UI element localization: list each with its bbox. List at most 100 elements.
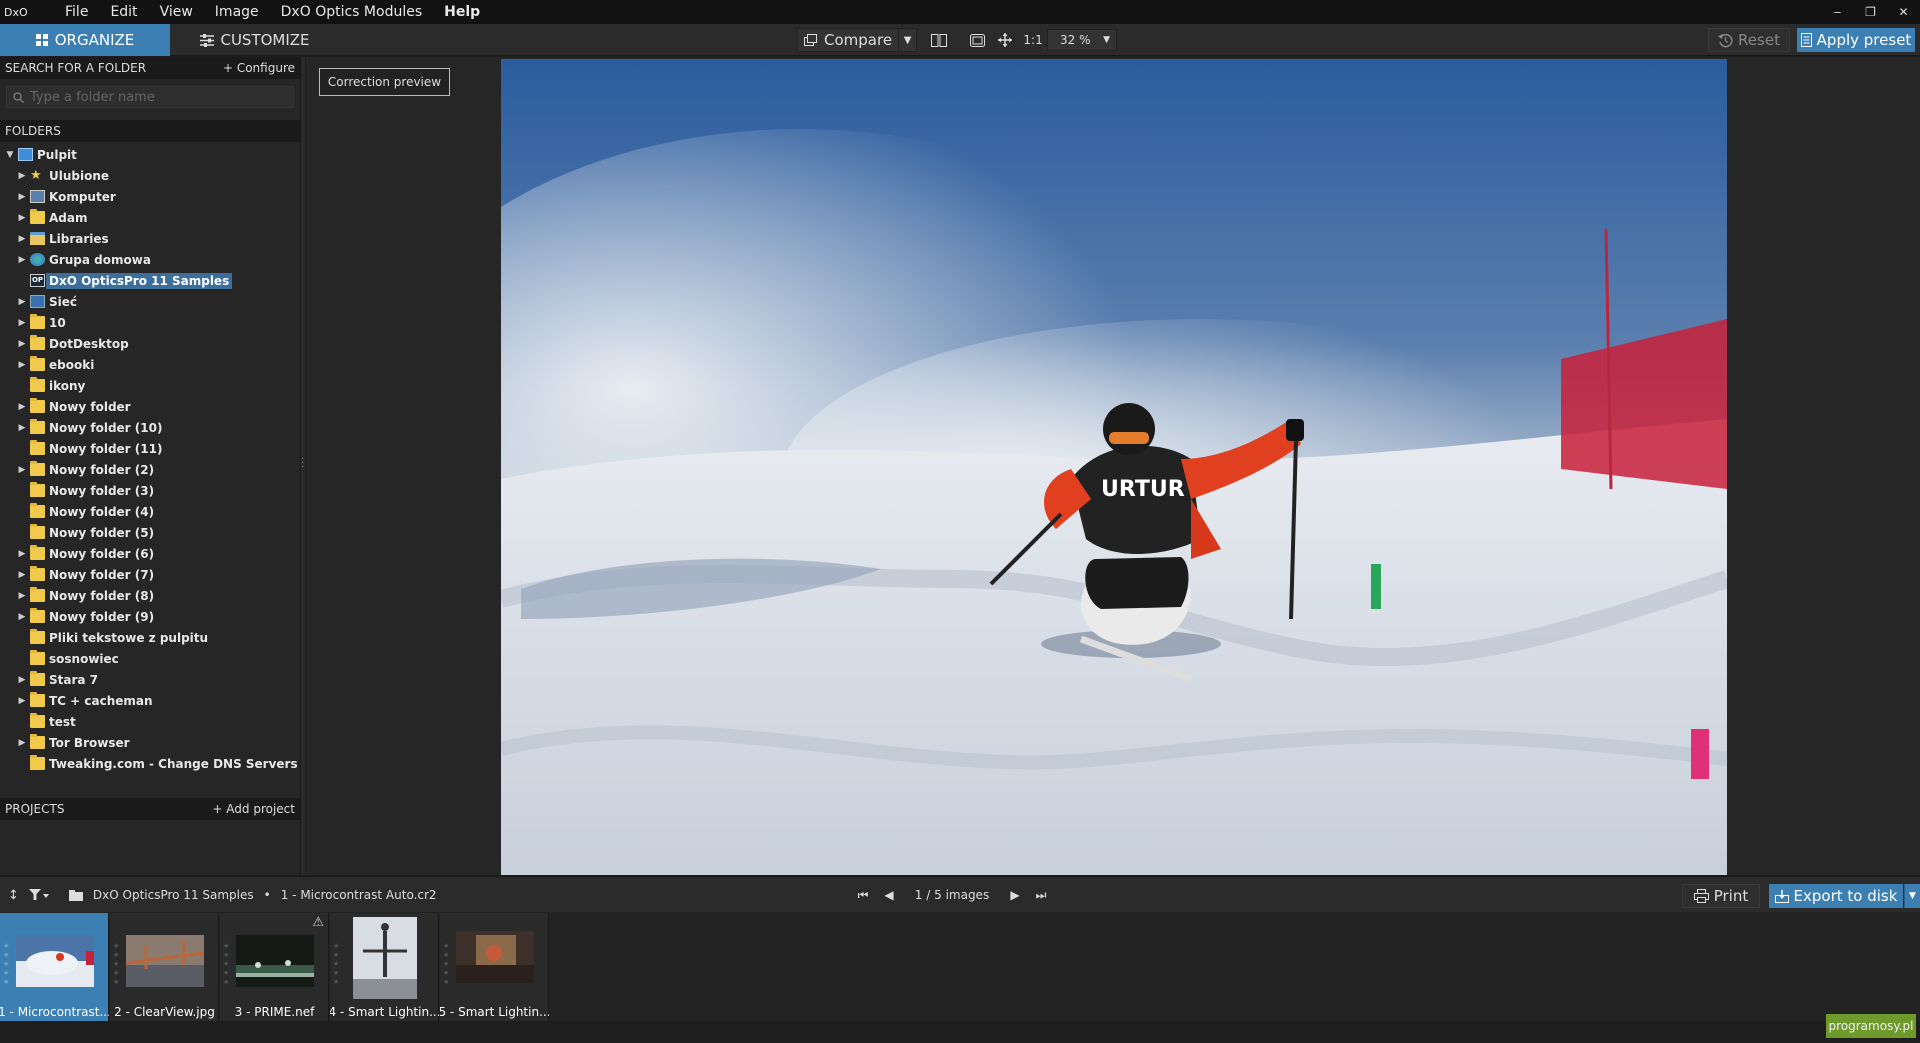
folder-tree-item[interactable]: ▶ Adam	[0, 207, 300, 228]
image-navigation: ⏮ ◀ 1 / 5 images ▶ ⏭	[850, 877, 1054, 913]
thumbnail-3[interactable]: ★ ★ ★ ★ ★ ⚠ 3 - PRIME.nef	[220, 913, 329, 1021]
folder-tree-item[interactable]: ikony	[0, 375, 300, 396]
folder-tree-item[interactable]: OP DxO OpticsPro 11 Samples	[0, 270, 300, 291]
folder-tree-item[interactable]: test	[0, 711, 300, 732]
thumbnail-1[interactable]: ★ ★ ★ ★ ★ 1 - Microcontrast...	[0, 913, 109, 1021]
rating-stars[interactable]: ★ ★ ★ ★ ★	[113, 943, 121, 986]
folder-tree-item[interactable]: ▶ Libraries	[0, 228, 300, 249]
menu-dxo-optics-modules[interactable]: DxO Optics Modules	[270, 0, 433, 24]
folder-tree-item[interactable]: ▶ Grupa domowa	[0, 249, 300, 270]
folder-tree-item[interactable]: ▼ Pulpit	[0, 144, 300, 165]
compare-button[interactable]: Compare	[797, 28, 900, 52]
thumbnail-4[interactable]: ★ ★ ★ ★ ★ 4 - Smart Lightin...	[330, 913, 439, 1021]
close-button[interactable]: ✕	[1887, 0, 1920, 24]
folder-tree-item[interactable]: ▶ Nowy folder (6)	[0, 543, 300, 564]
expand-arrow-icon[interactable]: ▶	[16, 402, 28, 412]
folder-tree-item[interactable]: ▶ Nowy folder (9)	[0, 606, 300, 627]
zoom-select[interactable]: 32 % ▼	[1047, 29, 1118, 51]
previous-image-icon[interactable]: ◀	[876, 888, 902, 902]
folder-tree-item[interactable]: Nowy folder (11)	[0, 438, 300, 459]
folder-search-input[interactable]: Type a folder name	[30, 90, 155, 105]
folder-tree-item[interactable]: ▶ Nowy folder (7)	[0, 564, 300, 585]
folder-tree-item[interactable]: Pliki tekstowe z pulpitu	[0, 627, 300, 648]
expanded-arrow-icon[interactable]: ▼	[4, 150, 16, 160]
rating-stars[interactable]: ★ ★ ★ ★ ★	[333, 943, 341, 986]
expand-arrow-icon[interactable]: ▶	[16, 192, 28, 202]
menu-image[interactable]: Image	[204, 0, 270, 24]
folder-tree-item[interactable]: ▶ 10	[0, 312, 300, 333]
folder-tree-item[interactable]: ▶ Nowy folder	[0, 396, 300, 417]
folder-tree-item[interactable]: Tweaking.com - Change DNS Servers	[0, 753, 300, 774]
minimize-button[interactable]: ‒	[1821, 0, 1854, 24]
expand-arrow-icon[interactable]: ▶	[16, 171, 28, 181]
thumbnail-2[interactable]: ★ ★ ★ ★ ★ 2 - ClearView.jpg	[110, 913, 219, 1021]
filter-icon[interactable]	[28, 889, 49, 901]
first-image-icon[interactable]: ⏮	[850, 888, 876, 903]
tab-customize[interactable]: CUSTOMIZE	[170, 24, 340, 56]
next-image-icon[interactable]: ▶	[1002, 888, 1028, 902]
folder-search-box[interactable]: Type a folder name	[6, 86, 294, 108]
expand-arrow-icon[interactable]: ▶	[16, 612, 28, 622]
folder-tree-item[interactable]: ▶ DotDesktop	[0, 333, 300, 354]
rating-stars[interactable]: ★ ★ ★ ★ ★	[443, 943, 451, 986]
folder-tree-item[interactable]: ▶ Sieć	[0, 291, 300, 312]
expand-arrow-icon[interactable]: ▶	[16, 297, 28, 307]
menu-help[interactable]: Help	[433, 0, 491, 24]
expand-arrow-icon[interactable]: ▶	[16, 549, 28, 559]
expand-arrow-icon[interactable]: ▶	[16, 360, 28, 370]
search-folder-header: SEARCH FOR A FOLDER + Configure	[0, 57, 300, 79]
menu-file[interactable]: File	[54, 0, 99, 24]
expand-arrow-icon[interactable]: ▶	[16, 570, 28, 580]
expand-arrow-icon[interactable]: ▶	[16, 696, 28, 706]
folder-tree-item[interactable]: ▶ Nowy folder (10)	[0, 417, 300, 438]
one-to-one-button[interactable]: 1:1	[1019, 28, 1047, 52]
expand-arrow-icon[interactable]: ▶	[16, 591, 28, 601]
add-project-link[interactable]: + Add project	[212, 802, 295, 816]
tab-organize[interactable]: ORGANIZE	[0, 24, 170, 56]
menu-edit[interactable]: Edit	[99, 0, 148, 24]
expand-arrow-icon[interactable]: ▶	[16, 738, 28, 748]
fit-screen-icon[interactable]	[963, 28, 991, 52]
reset-button[interactable]: Reset	[1708, 28, 1790, 52]
rating-stars[interactable]: ★ ★ ★ ★ ★	[223, 943, 231, 986]
menu-bar: DxO File Edit View Image DxO Optics Modu…	[0, 0, 1920, 24]
menu-view[interactable]: View	[149, 0, 204, 24]
rating-stars[interactable]: ★ ★ ★ ★ ★	[3, 943, 11, 986]
folder-tree-item[interactable]: ▶ Nowy folder (8)	[0, 585, 300, 606]
export-dropdown[interactable]: ▼	[1904, 884, 1920, 908]
export-to-disk-button[interactable]: Export to disk	[1769, 884, 1903, 908]
expand-arrow-icon[interactable]: ▶	[16, 465, 28, 475]
expand-arrow-icon[interactable]: ▶	[16, 339, 28, 349]
correction-preview-button[interactable]: Correction preview	[319, 68, 450, 96]
print-button[interactable]: Print	[1682, 884, 1760, 908]
folder-tree-item[interactable]: ▶ Komputer	[0, 186, 300, 207]
restore-button[interactable]: ❐	[1854, 0, 1887, 24]
compare-dropdown[interactable]: ▼	[899, 28, 918, 52]
expand-arrow-icon[interactable]: ▶	[16, 213, 28, 223]
folder-tree-item[interactable]: ▶ Stara 7	[0, 669, 300, 690]
folder-tree-item[interactable]: ▶ Tor Browser	[0, 732, 300, 753]
splitter-grip[interactable]: · · ·	[301, 455, 304, 473]
folder-tree-item[interactable]: ▶ Nowy folder (2)	[0, 459, 300, 480]
thumbnail-5[interactable]: ★ ★ ★ ★ ★ 5 - Smart Lightin...	[440, 913, 549, 1021]
expand-arrow-icon[interactable]: ▶	[16, 255, 28, 265]
folder-tree-item[interactable]: ▶ ★ Ulubione	[0, 165, 300, 186]
expand-arrow-icon[interactable]: ▶	[16, 675, 28, 685]
folder-tree-item[interactable]: ▶ ebooki	[0, 354, 300, 375]
folder-tree-item[interactable]: ▶ TC + cacheman	[0, 690, 300, 711]
split-view-icon[interactable]	[925, 28, 953, 52]
expand-arrow-icon[interactable]: ▶	[16, 234, 28, 244]
folder-tree-item[interactable]: sosnowiec	[0, 648, 300, 669]
folder-tree-item[interactable]: Nowy folder (3)	[0, 480, 300, 501]
folder-tree-item[interactable]: Nowy folder (5)	[0, 522, 300, 543]
folder-tree-item[interactable]: Nowy folder (4)	[0, 501, 300, 522]
expand-arrow-icon[interactable]: ▶	[16, 318, 28, 328]
chevron-down-icon: ▼	[1103, 35, 1111, 45]
configure-link[interactable]: + Configure	[223, 61, 295, 75]
expand-arrow-icon[interactable]: ▶	[16, 423, 28, 433]
sort-icon[interactable]: ↕	[8, 888, 19, 903]
skier-photo: URTUR	[501, 59, 1727, 875]
last-image-icon[interactable]: ⏭	[1028, 888, 1054, 903]
move-icon[interactable]	[991, 28, 1019, 52]
apply-preset-button[interactable]: Apply preset	[1797, 28, 1915, 52]
